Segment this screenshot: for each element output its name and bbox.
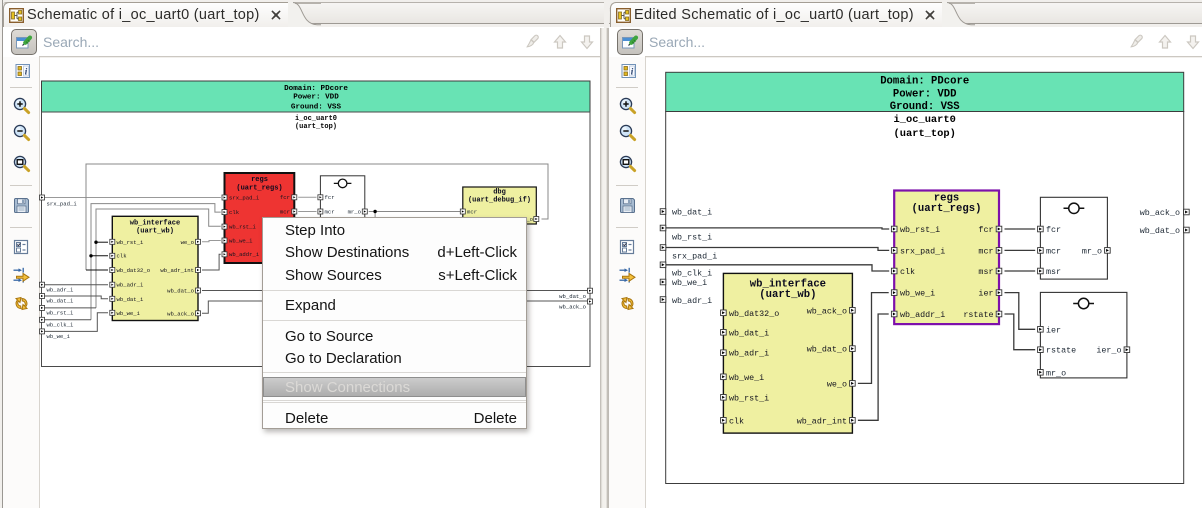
svg-text:(uart_regs): (uart_regs) <box>912 203 982 215</box>
svg-text:clk: clk <box>229 209 240 216</box>
svg-text:wb_we_i: wb_we_i <box>729 373 764 383</box>
svg-text:(uart_debug_if): (uart_debug_if) <box>468 197 531 205</box>
svg-text:ier: ier <box>978 289 993 299</box>
svg-text:wb_dat_o: wb_dat_o <box>559 293 586 300</box>
svg-text:wb_dat32_o: wb_dat32_o <box>729 309 779 319</box>
svg-text:(uart_wb): (uart_wb) <box>759 289 816 301</box>
svg-text:fcr: fcr <box>280 194 290 201</box>
svg-text:mr_o: mr_o <box>1082 246 1102 256</box>
svg-text:we_o: we_o <box>827 379 847 389</box>
svg-text:wb_ack_o: wb_ack_o <box>807 306 847 316</box>
svg-text:wb_dat_o: wb_dat_o <box>1140 226 1180 236</box>
svg-text:wb_adr_i: wb_adr_i <box>729 349 769 359</box>
svg-text:(uart_regs): (uart_regs) <box>236 184 282 192</box>
svg-text:wb_addr_i: wb_addr_i <box>229 251 260 258</box>
svg-text:(uart_wb): (uart_wb) <box>136 228 174 236</box>
svg-text:fcr: fcr <box>325 194 335 201</box>
svg-text:clk: clk <box>117 253 128 260</box>
svg-text:rstate: rstate <box>1046 346 1076 356</box>
svg-text:fcr: fcr <box>978 225 993 235</box>
svg-text:wb_rst_i: wb_rst_i <box>900 225 940 235</box>
svg-text:wb_dat_o: wb_dat_o <box>807 345 847 355</box>
svg-text:wb_adr_i: wb_adr_i <box>117 282 144 289</box>
svg-text:srx_pad_i: srx_pad_i <box>900 246 945 256</box>
svg-text:Power: VDD: Power: VDD <box>893 89 957 101</box>
svg-text:wb_dat_i: wb_dat_i <box>117 296 144 303</box>
svg-text:ier_o: ier_o <box>1096 346 1121 356</box>
svg-text:i_oc_uart0: i_oc_uart0 <box>295 115 337 123</box>
svg-text:mr_o: mr_o <box>348 208 361 215</box>
svg-text:(uart_top): (uart_top) <box>894 128 956 140</box>
svg-text:msr: msr <box>1046 267 1061 277</box>
svg-text:wb_ack_o: wb_ack_o <box>167 310 194 317</box>
svg-text:wb_dat_i: wb_dat_i <box>672 208 712 218</box>
svg-text:dbg: dbg <box>493 189 506 197</box>
svg-text:Ground: VSS: Ground: VSS <box>890 101 961 113</box>
svg-text:wb_rst_i: wb_rst_i <box>672 233 712 243</box>
svg-text:Power: VDD: Power: VDD <box>293 94 339 102</box>
svg-text:wb_we_i: wb_we_i <box>900 289 935 299</box>
svg-text:wb_rst_i: wb_rst_i <box>729 393 769 403</box>
svg-text:wb_ack_o: wb_ack_o <box>1140 208 1180 218</box>
svg-text:wb_dat_o: wb_dat_o <box>167 288 194 295</box>
svg-text:clk: clk <box>900 267 915 277</box>
svg-text:mcr: mcr <box>280 208 290 215</box>
svg-text:srx_pad_i: srx_pad_i <box>672 251 717 261</box>
svg-text:clk: clk <box>729 416 744 426</box>
svg-text:wb_addr_i: wb_addr_i <box>900 310 945 320</box>
svg-text:regs: regs <box>251 176 268 184</box>
svg-text:mcr: mcr <box>467 208 477 215</box>
svg-text:(uart_top): (uart_top) <box>295 123 337 131</box>
svg-text:we_o: we_o <box>181 239 194 246</box>
svg-text:Domain: PDcore: Domain: PDcore <box>880 76 969 88</box>
svg-text:wb_we_i: wb_we_i <box>229 237 253 244</box>
svg-text:wb_we_i: wb_we_i <box>47 333 71 340</box>
svg-text:wb_clk_i: wb_clk_i <box>672 268 712 278</box>
svg-text:mcr: mcr <box>978 246 993 256</box>
svg-text:mcr: mcr <box>325 208 335 215</box>
svg-text:fcr: fcr <box>1046 225 1061 235</box>
svg-text:wb_we_i: wb_we_i <box>117 310 141 317</box>
svg-text:wb_we_i: wb_we_i <box>672 278 707 288</box>
svg-text:wb_rst_i: wb_rst_i <box>117 239 144 246</box>
svg-text:Ground: VSS: Ground: VSS <box>291 104 342 112</box>
svg-text:wb_clk_i: wb_clk_i <box>47 321 74 328</box>
svg-text:wb_interface: wb_interface <box>130 219 180 227</box>
svg-text:wb_rst_i: wb_rst_i <box>47 309 74 316</box>
svg-text:i_oc_uart0: i_oc_uart0 <box>894 114 956 126</box>
svg-text:wb_adr_i: wb_adr_i <box>47 287 74 294</box>
svg-text:srx_pad_i: srx_pad_i <box>47 200 78 207</box>
svg-text:wb_adr_int: wb_adr_int <box>797 416 847 426</box>
svg-text:wb_dat32_o: wb_dat32_o <box>117 267 151 274</box>
svg-text:wb_adr_i: wb_adr_i <box>672 296 712 306</box>
svg-text:msr: msr <box>978 267 993 277</box>
svg-text:Domain: PDcore: Domain: PDcore <box>284 85 348 93</box>
svg-text:wb_dat_i: wb_dat_i <box>729 328 769 338</box>
svg-text:mr_o: mr_o <box>1046 368 1066 378</box>
svg-text:wb_dat_i: wb_dat_i <box>47 298 74 305</box>
svg-text:srx_pad_i: srx_pad_i <box>229 194 260 201</box>
svg-text:mcr: mcr <box>1046 246 1061 256</box>
svg-text:rstate: rstate <box>963 310 993 320</box>
svg-text:wb_adr_int: wb_adr_int <box>160 267 194 274</box>
svg-text:wb_rst_i: wb_rst_i <box>229 224 256 231</box>
svg-text:ier: ier <box>1046 325 1061 335</box>
svg-text:wb_ack_o: wb_ack_o <box>559 304 586 311</box>
